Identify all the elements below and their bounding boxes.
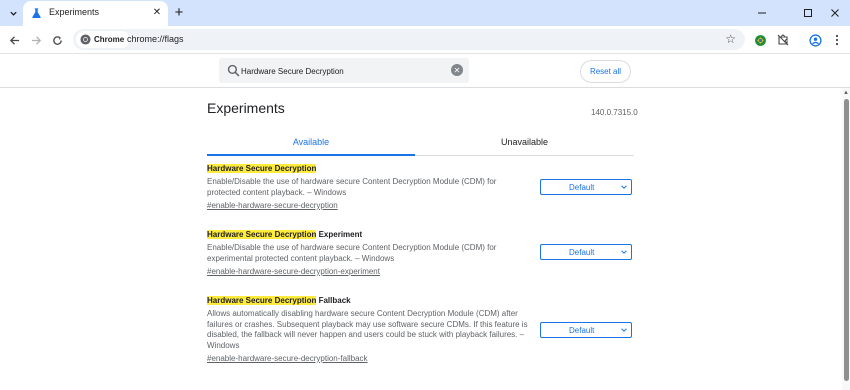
select-value: Default [569, 326, 595, 335]
chevron-down-icon [621, 328, 627, 332]
active-tab[interactable]: Experiments ✕ [23, 1, 168, 26]
back-arrow-icon [9, 35, 19, 45]
forward-button[interactable] [27, 31, 45, 49]
experiment-item: Hardware Secure Decryption Fallback Allo… [207, 295, 634, 364]
experiment-link[interactable]: #enable-hardware-secure-decryption-exper… [207, 266, 634, 277]
menu-button[interactable] [828, 31, 846, 49]
profile-button[interactable] [806, 31, 824, 49]
tab-strip: Experiments ✕ + [0, 0, 850, 26]
tab-available[interactable]: Available [207, 134, 415, 156]
scrollbar-thumb[interactable] [844, 99, 849, 381]
close-icon [831, 9, 839, 17]
chrome-logo-icon [80, 34, 91, 45]
maximize-button[interactable] [799, 4, 817, 22]
page-title: Experiments [207, 100, 285, 116]
experiment-description: Enable/Disable the use of hardware secur… [207, 243, 497, 263]
minimize-icon [758, 12, 766, 14]
site-info-chip[interactable]: Chrome [76, 31, 131, 48]
puzzle-icon [777, 34, 789, 46]
flags-header: ✕ Reset all [0, 54, 850, 88]
forward-arrow-icon [31, 35, 41, 45]
reload-button[interactable] [48, 31, 66, 49]
select-value: Default [569, 183, 595, 192]
bookmark-star-icon[interactable]: ☆ [725, 32, 736, 46]
experiment-description: Allows automatically disabling hardware … [207, 309, 528, 350]
search-highlight: Hardware Secure Decryption [207, 296, 317, 305]
vertical-scrollbar[interactable]: ▲ [842, 88, 850, 390]
extension-button[interactable] [751, 31, 769, 49]
experiment-select[interactable]: Default [540, 179, 632, 195]
tab-unavailable[interactable]: Unavailable [415, 134, 634, 156]
experiment-select[interactable]: Default [540, 244, 632, 260]
tab-search-button[interactable] [4, 4, 22, 22]
clear-search-icon[interactable]: ✕ [451, 64, 463, 76]
search-highlight: Hardware Secure Decryption [207, 230, 317, 239]
close-tab-icon[interactable]: ✕ [151, 6, 163, 18]
experiment-link[interactable]: #enable-hardware-secure-decryption [207, 200, 634, 211]
experiment-item: Hardware Secure Decryption Experiment En… [207, 229, 634, 277]
flask-icon [32, 8, 41, 19]
tab-title: Experiments [49, 7, 100, 17]
extension-icon [754, 34, 766, 46]
search-highlight: Hardware Secure Decryption [207, 164, 317, 173]
experiment-name: Hardware Secure Decryption Fallback [207, 295, 634, 306]
kebab-menu-icon [835, 34, 839, 46]
experiment-description: Enable/Disable the use of hardware secur… [207, 177, 497, 197]
experiment-name: Hardware Secure Decryption Experiment [207, 229, 634, 240]
profile-icon [808, 33, 822, 47]
chevron-down-icon [621, 250, 627, 254]
select-value: Default [569, 248, 595, 257]
experiment-name-suffix: Experiment [316, 230, 363, 239]
search-box[interactable]: ✕ [219, 58, 469, 83]
experiment-link[interactable]: #enable-hardware-secure-decryption-fallb… [207, 353, 634, 364]
new-tab-button[interactable]: + [171, 4, 187, 21]
minimize-button[interactable] [753, 4, 771, 22]
url-text[interactable]: chrome://flags [127, 34, 184, 44]
reset-all-button[interactable]: Reset all [580, 60, 631, 83]
chevron-down-icon [621, 185, 627, 189]
scroll-up-icon[interactable]: ▲ [843, 90, 849, 96]
reload-icon [52, 35, 62, 45]
experiment-select[interactable]: Default [540, 322, 632, 338]
close-window-button[interactable] [826, 4, 844, 22]
flags-content: Experiments 140.0.7315.0 Available Unava… [0, 88, 842, 390]
search-icon [227, 64, 240, 77]
back-button[interactable] [5, 31, 23, 49]
experiment-name-suffix: Fallback [316, 296, 351, 305]
maximize-icon [804, 9, 812, 17]
chevron-down-icon [9, 11, 17, 16]
experiment-name: Hardware Secure Decryption [207, 163, 634, 174]
browser-toolbar: Chrome chrome://flags ☆ [0, 26, 850, 54]
extensions-puzzle-button[interactable] [774, 31, 792, 49]
experiment-item: Hardware Secure Decryption Enable/Disabl… [207, 163, 634, 211]
version-label: 140.0.7315.0 [591, 108, 638, 117]
search-input[interactable] [241, 64, 441, 78]
chip-label: Chrome [94, 35, 125, 44]
address-bar[interactable]: Chrome chrome://flags ☆ [73, 29, 745, 50]
